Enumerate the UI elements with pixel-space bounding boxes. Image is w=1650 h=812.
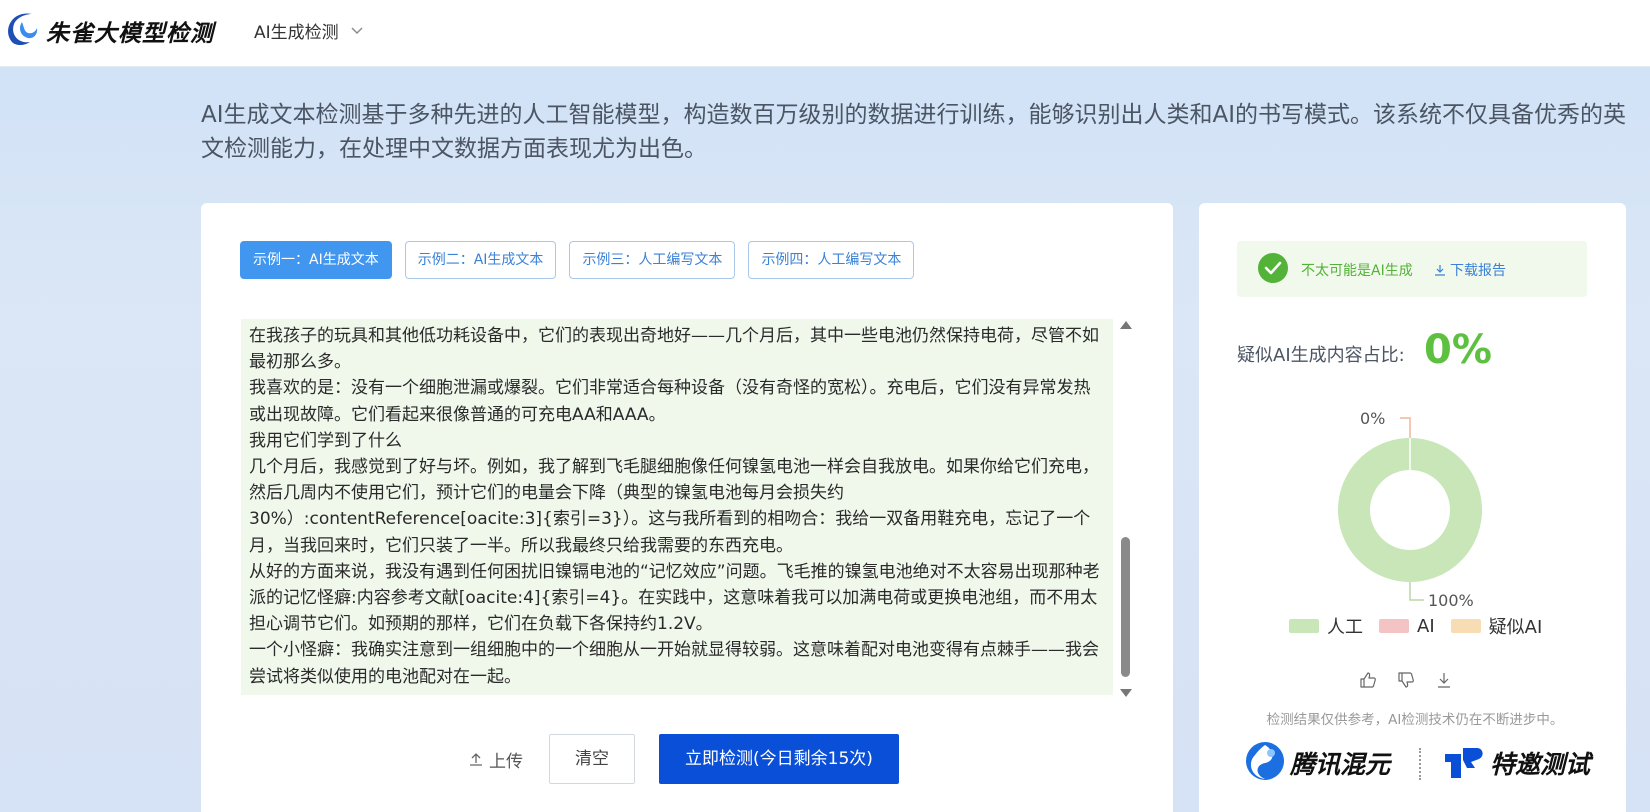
tab-example-3[interactable]: 示例三：人工编写文本 [569,241,736,279]
legend-item-human[interactable]: 人工 [1289,613,1363,639]
chart-legend: 人工 AI 疑似AI [1289,613,1542,639]
legend-label-human: 人工 [1327,617,1363,638]
download-icon[interactable] [1435,671,1453,693]
feedback-toolbar [1359,671,1453,693]
text-paragraph: 我用它们学到了什么 [249,430,402,451]
nav-ai-detection[interactable]: AI生成检测 [254,18,363,43]
text-paragraph: 在我孩子的玩具和其他低功耗设备中，它们的表现出奇地好——几个月后，其中一些电池仍… [249,326,1099,373]
intro-description: AI生成文本检测基于多种先进的人工智能模型，构造数百万级别的数据进行训练，能够识… [201,102,1627,162]
legend-swatch-ai [1379,619,1409,633]
ai-ratio-label: 疑似AI生成内容占比: [1237,345,1405,366]
clear-button[interactable]: 清空 [549,734,635,784]
scroll-thumb[interactable] [1121,537,1130,677]
download-label: 下载报告 [1450,263,1506,279]
download-icon [1435,265,1445,276]
detect-button[interactable]: 立即检测(今日剩余15次) [659,734,899,784]
tab-example-1[interactable]: 示例一：AI生成文本 [240,241,392,279]
legend-item-ai[interactable]: AI [1379,613,1435,639]
donut-label-human: 100% [1428,591,1474,610]
upload-label: 上传 [489,751,523,772]
text-paragraph: 一个小怪癖：我确实注意到一组细胞中的一个细胞从一开始就显得较弱。这意味着配对电池… [249,640,1099,687]
text-paragraph: 几个月后，我感觉到了好与坏。例如，我了解到飞毛腿细胞像任何镍氢电池一样会自我放电… [249,457,1099,556]
scroll-up-arrow[interactable] [1120,321,1132,329]
scroll-down-arrow[interactable] [1120,689,1132,697]
result-donut-chart: 0% 100% [1337,409,1482,610]
text-paragraph: 我喜欢的是：没有一个细胞泄漏或爆裂。它们非常适合每种设备（没有奇怪的宽松）。充电… [249,378,1091,425]
chevron-down-icon [351,27,363,34]
partner-hunyuan: 腾讯混元 [1290,750,1391,779]
partner-special-test: 特邀测试 [1490,750,1591,779]
upload-icon [470,753,482,766]
result-panel: 不太可能是AI生成 下载报告 疑似AI生成内容占比: 0% 0% 100% 人工… [1199,203,1626,812]
zhuque-logo-icon[interactable] [2,8,40,48]
label-leader-human [1409,582,1424,601]
label-leader-ai [1400,417,1411,438]
input-panel: 示例一：AI生成文本 示例二：AI生成文本 示例三：人工编写文本 示例四：人工编… [201,203,1173,812]
thumbs-up-icon[interactable] [1359,671,1377,693]
special-test-logo-icon [1445,748,1483,778]
download-report-link[interactable]: 下载报告 [1434,260,1506,280]
text-input-area[interactable]: 在我孩子的玩具和其他低功耗设备中，它们的表现出奇地好——几个月后，其中一些电池仍… [241,319,1113,695]
legend-label-ai: AI [1417,615,1435,637]
ai-ratio-value: 0% [1424,327,1492,373]
partner-logos: 腾讯混元 特邀测试 [1245,738,1590,788]
text-paragraph: 从好的方面来说，我没有遇到任何困扰旧镍镉电池的“记忆效应”问题。飞毛推的镍氢电池… [249,561,1100,635]
tab-example-4[interactable]: 示例四：人工编写文本 [748,241,915,279]
legend-item-suspected-ai[interactable]: 疑似AI [1450,613,1543,639]
example-tabs: 示例一：AI生成文本 示例二：AI生成文本 示例三：人工编写文本 示例四：人工编… [240,241,915,279]
brand-name[interactable]: 朱雀大模型检测 [46,14,214,48]
nav-label: AI生成检测 [254,23,339,43]
upload-button[interactable]: 上传 [461,734,531,784]
disclaimer-text: 检测结果仅供参考，AI检测技术仍在不断进步中。 [1266,712,1564,728]
legend-swatch-human [1289,619,1319,633]
donut-label-ai: 0% [1360,409,1385,428]
legend-label-suspected-ai: 疑似AI [1488,617,1543,638]
top-header: 朱雀大模型检测 AI生成检测 [0,0,1650,67]
check-circle-icon [1258,253,1288,283]
partner-divider [1419,748,1421,780]
text-scrollbar[interactable] [1119,319,1133,699]
action-bar: 上传 清空 立即检测(今日剩余15次) [461,734,899,784]
result-banner: 不太可能是AI生成 下载报告 [1237,241,1587,297]
legend-swatch-suspected-ai [1450,619,1481,633]
thumbs-down-icon[interactable] [1397,671,1415,693]
verdict-text: 不太可能是AI生成 [1301,263,1413,279]
hunyuan-logo-icon [1246,742,1284,780]
tab-example-2[interactable]: 示例二：AI生成文本 [404,241,557,279]
